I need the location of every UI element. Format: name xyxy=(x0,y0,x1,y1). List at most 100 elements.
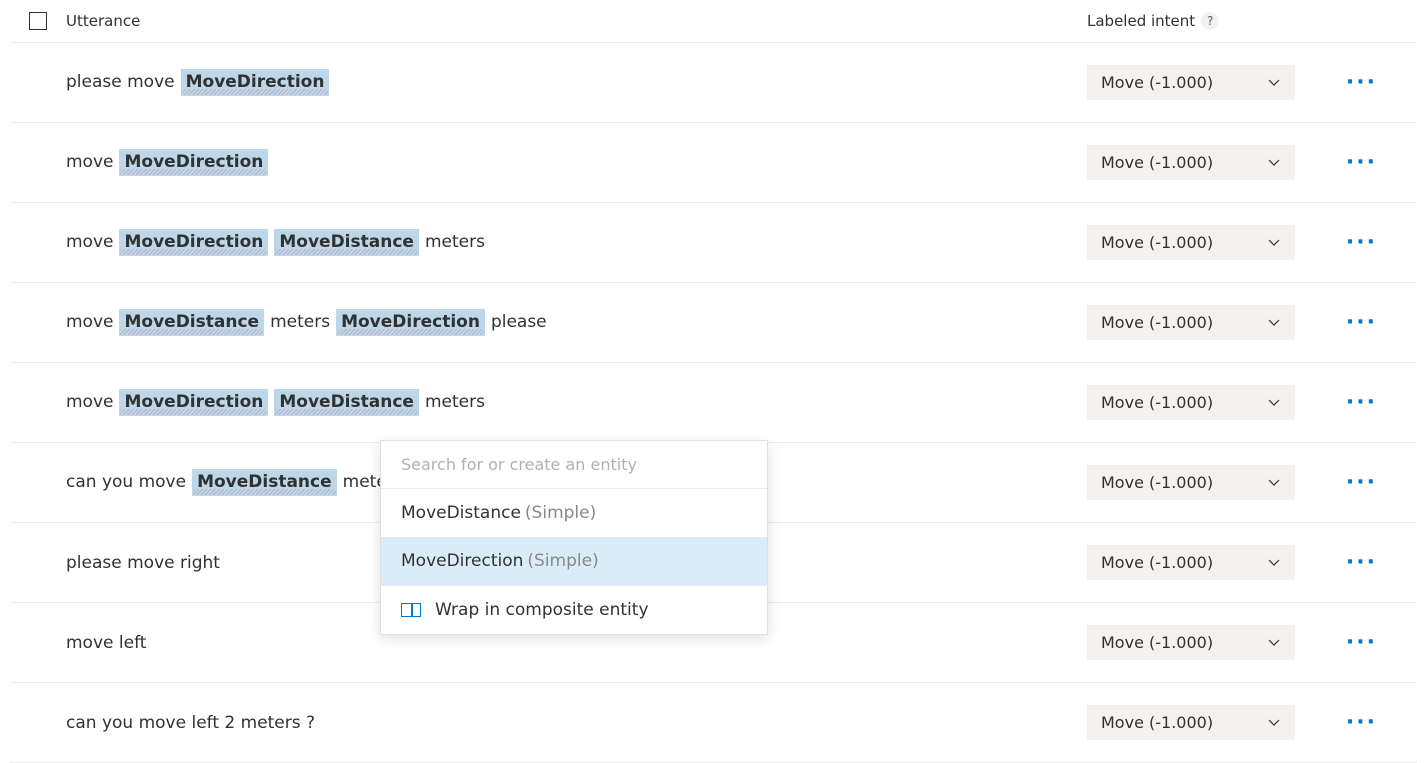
intent-cell: Move (-1.000) xyxy=(1087,385,1297,420)
more-actions-button[interactable]: ··· xyxy=(1346,312,1377,334)
actions-cell: ··· xyxy=(1297,312,1417,334)
more-actions-button[interactable]: ··· xyxy=(1346,712,1377,734)
intent-dropdown[interactable]: Move (-1.000) xyxy=(1087,705,1295,740)
entity-tag[interactable]: MoveDistance xyxy=(119,309,264,335)
entity-search-input[interactable]: Search for or create an entity xyxy=(381,441,767,489)
utterance-text[interactable]: move left xyxy=(66,633,146,653)
entity-option[interactable]: MoveDirection (Simple) xyxy=(381,537,767,585)
utterance-cell[interactable]: move left xyxy=(66,633,1087,653)
utterance-cell[interactable]: move MoveDistance meters MoveDirection pleas… xyxy=(66,309,1087,335)
entity-tag[interactable]: MoveDistance xyxy=(192,469,337,495)
utterance-cell[interactable]: move MoveDirectionMoveDistance meters xyxy=(66,229,1087,255)
utterance-cell[interactable]: move MoveDirectionMoveDistance meters xyxy=(66,389,1087,415)
entity-tag[interactable]: MoveDirection xyxy=(119,229,268,255)
more-actions-button[interactable]: ··· xyxy=(1346,472,1377,494)
entity-option[interactable]: MoveDistance (Simple) xyxy=(381,489,767,537)
actions-cell: ··· xyxy=(1297,392,1417,414)
utterance-text[interactable]: please move right xyxy=(66,553,220,573)
actions-cell: ··· xyxy=(1297,552,1417,574)
utterance-header[interactable]: Utterance xyxy=(66,12,1087,30)
intent-cell: Move (-1.000) xyxy=(1087,625,1297,660)
more-actions-button[interactable]: ··· xyxy=(1346,152,1377,174)
entity-tag[interactable]: MoveDirection xyxy=(181,69,330,95)
utterance-text[interactable]: please move xyxy=(66,72,175,92)
utterance-text[interactable]: meters xyxy=(270,312,330,332)
entity-tag[interactable]: MoveDirection xyxy=(119,389,268,415)
entity-picker-popup: Search for or create an entity MoveDista… xyxy=(380,440,768,635)
entity-tag[interactable]: MoveDistance xyxy=(274,389,419,415)
utterance-cell[interactable]: move MoveDirection xyxy=(66,149,1087,175)
actions-cell: ··· xyxy=(1297,72,1417,94)
utterance-cell[interactable]: please move MoveDirection xyxy=(66,69,1087,95)
utterance-text[interactable]: move xyxy=(66,232,113,252)
chevron-down-icon xyxy=(1267,156,1281,170)
composite-icon xyxy=(401,603,421,617)
entity-option-name: MoveDirection xyxy=(401,551,523,571)
intent-dropdown-label: Move (-1.000) xyxy=(1101,393,1213,412)
intent-cell: Move (-1.000) xyxy=(1087,65,1297,100)
intent-cell: Move (-1.000) xyxy=(1087,545,1297,580)
chevron-down-icon xyxy=(1267,716,1281,730)
select-all-checkbox[interactable] xyxy=(29,12,47,30)
table-row[interactable]: can you move left 2 meters ? Move (-1.000… xyxy=(10,683,1417,763)
intent-cell: Move (-1.000) xyxy=(1087,705,1297,740)
select-all-cell xyxy=(10,12,66,30)
more-actions-button[interactable]: ··· xyxy=(1346,72,1377,94)
utterance-text[interactable]: meters xyxy=(425,392,485,412)
utterance-text[interactable]: meters xyxy=(425,232,485,252)
more-actions-button[interactable]: ··· xyxy=(1346,392,1377,414)
intent-dropdown-label: Move (-1.000) xyxy=(1101,633,1213,652)
entity-tag[interactable]: MoveDistance xyxy=(274,229,419,255)
intent-dropdown[interactable]: Move (-1.000) xyxy=(1087,625,1295,660)
actions-cell: ··· xyxy=(1297,152,1417,174)
entity-option-name: MoveDistance xyxy=(401,503,521,523)
utterance-text[interactable]: move xyxy=(66,152,113,172)
table-row[interactable]: please move MoveDirection Move (-1.000) ··· xyxy=(10,43,1417,123)
utterance-text[interactable]: can you move left 2 meters ? xyxy=(66,713,315,733)
intent-dropdown[interactable]: Move (-1.000) xyxy=(1087,385,1295,420)
actions-cell: ··· xyxy=(1297,472,1417,494)
entity-option-type: (Simple) xyxy=(525,503,596,523)
entity-tag[interactable]: MoveDirection xyxy=(119,149,268,175)
table-row[interactable]: move MoveDirectionMoveDistance meters Move … xyxy=(10,363,1417,443)
intent-dropdown[interactable]: Move (-1.000) xyxy=(1087,145,1295,180)
intent-dropdown[interactable]: Move (-1.000) xyxy=(1087,65,1295,100)
table-header-row: Utterance Labeled intent ? xyxy=(10,0,1417,43)
intent-dropdown-label: Move (-1.000) xyxy=(1101,153,1213,172)
intent-dropdown-label: Move (-1.000) xyxy=(1101,73,1213,92)
wrap-composite-label: Wrap in composite entity xyxy=(435,600,649,620)
chevron-down-icon xyxy=(1267,396,1281,410)
entity-option-type: (Simple) xyxy=(527,551,598,571)
utterance-text[interactable]: can you move xyxy=(66,472,186,492)
labeled-intent-header[interactable]: Labeled intent ? xyxy=(1087,12,1297,30)
chevron-down-icon xyxy=(1267,556,1281,570)
table-row[interactable]: move MoveDirection Move (-1.000) ··· xyxy=(10,123,1417,203)
utterance-table: Utterance Labeled intent ? please move Mo… xyxy=(0,0,1427,763)
intent-dropdown[interactable]: Move (-1.000) xyxy=(1087,465,1295,500)
more-actions-button[interactable]: ··· xyxy=(1346,232,1377,254)
table-row[interactable]: move MoveDirectionMoveDistance meters Move … xyxy=(10,203,1417,283)
intent-cell: Move (-1.000) xyxy=(1087,465,1297,500)
utterance-text[interactable]: move xyxy=(66,312,113,332)
actions-cell: ··· xyxy=(1297,232,1417,254)
wrap-composite-action[interactable]: Wrap in composite entity xyxy=(381,586,767,634)
more-actions-button[interactable]: ··· xyxy=(1346,632,1377,654)
intent-dropdown[interactable]: Move (-1.000) xyxy=(1087,225,1295,260)
intent-dropdown[interactable]: Move (-1.000) xyxy=(1087,545,1295,580)
more-actions-button[interactable]: ··· xyxy=(1346,552,1377,574)
utterance-cell[interactable]: can you move left 2 meters ? xyxy=(66,713,1087,733)
intent-dropdown-label: Move (-1.000) xyxy=(1101,473,1213,492)
intent-dropdown[interactable]: Move (-1.000) xyxy=(1087,305,1295,340)
entity-tag[interactable]: MoveDirection xyxy=(336,309,485,335)
utterance-text[interactable]: please xyxy=(491,312,547,332)
intent-dropdown-label: Move (-1.000) xyxy=(1101,233,1213,252)
chevron-down-icon xyxy=(1267,636,1281,650)
chevron-down-icon xyxy=(1267,76,1281,90)
labeled-intent-header-text: Labeled intent xyxy=(1087,12,1195,30)
intent-cell: Move (-1.000) xyxy=(1087,305,1297,340)
actions-cell: ··· xyxy=(1297,632,1417,654)
utterance-text[interactable]: move xyxy=(66,392,113,412)
help-icon[interactable]: ? xyxy=(1201,12,1219,30)
intent-dropdown-label: Move (-1.000) xyxy=(1101,553,1213,572)
table-row[interactable]: move MoveDistance meters MoveDirection pleas… xyxy=(10,283,1417,363)
